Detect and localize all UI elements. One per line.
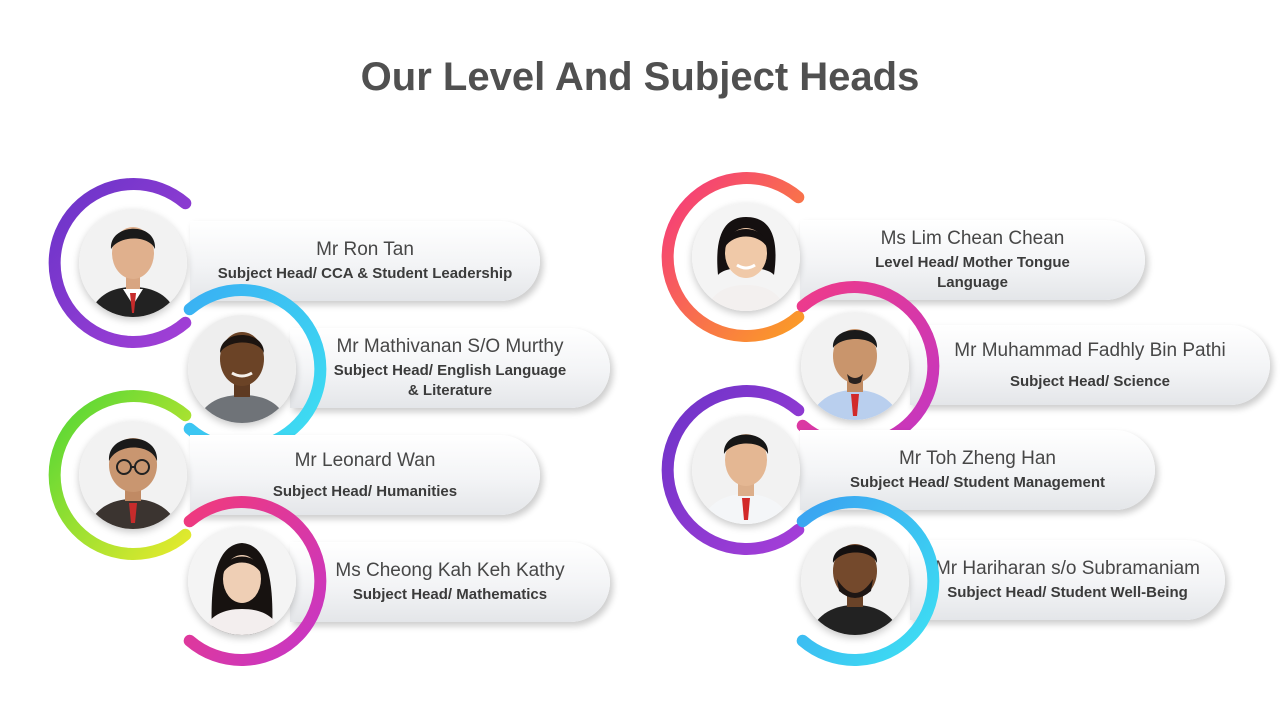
profile-card-hariharan: Mr Hariharan s/o Subramaniam Subject Hea… — [910, 540, 1225, 620]
person-role-line2: & Literature — [407, 382, 493, 399]
person-role: Subject Head/ Student Well-Being — [947, 584, 1188, 601]
person-name: Mr Muhammad Fadhly Bin Pathi — [954, 339, 1226, 361]
person-name: Ms Cheong Kah Keh Kathy — [335, 560, 565, 581]
person-name: Mr Toh Zheng Han — [898, 448, 1056, 469]
person-role: Subject Head/ Mathematics — [352, 586, 548, 603]
portrait-hariharan — [801, 527, 909, 635]
profile-card-cheong: Ms Cheong Kah Keh Kathy Subject Head/ Ma… — [290, 542, 610, 622]
portrait-cheong — [188, 527, 296, 635]
person-name: Mr Ron Tan — [316, 239, 414, 260]
profile-card-muhammad-fadhly: Mr Muhammad Fadhly Bin Pathi Subject Hea… — [910, 325, 1270, 405]
person-role: Subject Head/ English Language — [333, 362, 567, 379]
person-name: Mr Leonard Wan — [294, 449, 436, 471]
person-name: Mr Mathivanan S/O Murthy — [336, 336, 564, 357]
person-name: Mr Hariharan s/o Subramaniam — [934, 558, 1201, 579]
person-name: Ms Lim Chean Chean — [880, 228, 1065, 249]
person-role: Level Head/ Mother Tongue — [875, 254, 1070, 271]
profile-card-mathivanan: Mr Mathivanan S/O Murthy Subject Head/ E… — [290, 328, 610, 408]
person-role-line2: Language — [937, 274, 1008, 291]
person-role: Subject Head/ Science — [1009, 372, 1171, 390]
person-role: Subject Head/ Student Management — [849, 474, 1106, 491]
page-title: Our Level And Subject Heads — [360, 55, 920, 99]
